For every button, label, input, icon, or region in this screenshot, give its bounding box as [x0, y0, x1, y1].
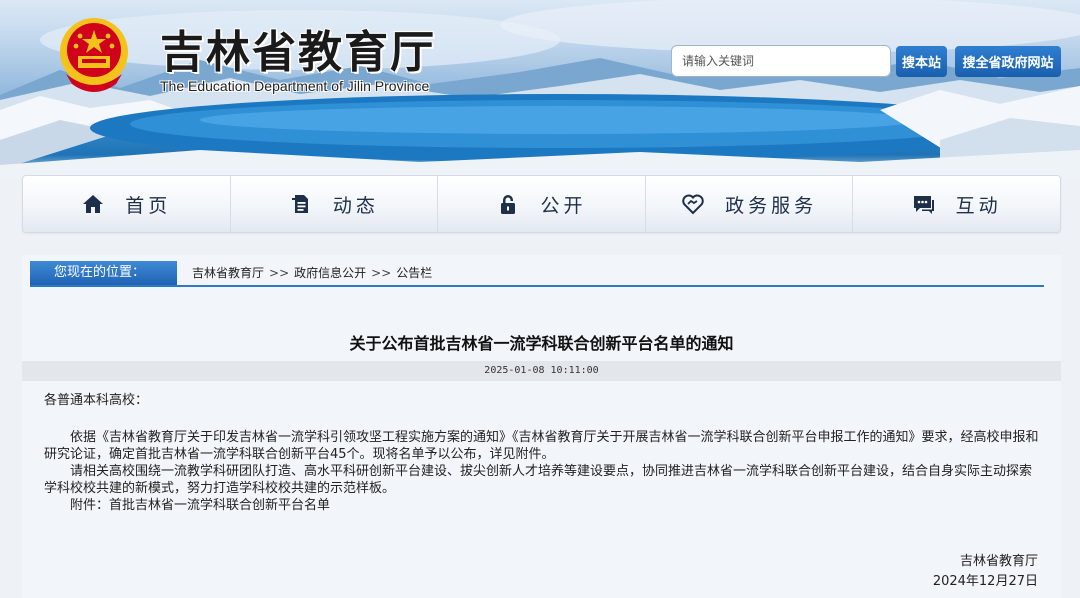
search-site-button[interactable]: 搜本站: [896, 46, 947, 77]
publish-datetime: 2025-01-08 10:11:00: [22, 361, 1061, 381]
breadcrumb-trail: 吉林省教育厅 >> 政府信息公开 >> 公告栏: [192, 261, 432, 285]
article-paragraph: 依据《吉林省教育厅关于印发吉林省一流学科引领攻坚工程实施方案的通知》《吉林省教育…: [44, 430, 1039, 462]
article-title: 关于公布首批吉林省一流学科联合创新平台名单的通知: [349, 334, 734, 353]
breadcrumb: 您现在的位置： 吉林省教育厅 >> 政府信息公开 >> 公告栏: [30, 261, 1044, 287]
attachment-link[interactable]: 附件：首批吉林省一流学科联合创新平台名单: [44, 497, 1039, 514]
document-icon: [289, 192, 313, 216]
nav-item-label: 政务服务: [725, 194, 818, 217]
article-paragraph: 请相关高校围绕一流教学科研团队打造、高水平科研创新平台建设、拔尖创新人才培养等建…: [44, 464, 1033, 496]
chat-icon: [912, 192, 936, 216]
breadcrumb-link-disclosure[interactable]: 政府信息公开: [294, 266, 366, 280]
nav-item-label: 首页: [125, 194, 172, 217]
search-input[interactable]: [671, 45, 891, 77]
nav-item-public[interactable]: 公开: [438, 176, 646, 232]
national-emblem-icon: [56, 14, 132, 94]
nav-item-label: 公开: [540, 194, 587, 217]
breadcrumb-link-home[interactable]: 吉林省教育厅: [192, 266, 264, 280]
nav-item-interaction[interactable]: 互动: [853, 176, 1060, 232]
site-subtitle: The Education Department of Jilin Provin…: [160, 78, 430, 94]
nav-item-label: 动态: [332, 194, 379, 217]
breadcrumb-separator: >>: [371, 266, 392, 280]
heart-handshake-icon: [681, 192, 705, 216]
breadcrumb-label: 您现在的位置：: [30, 261, 177, 285]
article-greeting: 各普通本科高校：: [44, 393, 149, 408]
lock-icon: [496, 192, 520, 216]
nav-item-services[interactable]: 政务服务: [646, 176, 854, 232]
site-title: 吉林省教育厅: [160, 27, 436, 78]
signature-org: 吉林省教育厅: [959, 554, 1038, 569]
nav-item-news[interactable]: 动态: [231, 176, 439, 232]
search-province-button[interactable]: 搜全省政府网站: [955, 46, 1061, 77]
header-banner: 吉林省教育厅 The Education Department of Jilin…: [0, 0, 1080, 180]
breadcrumb-separator: >>: [269, 266, 290, 280]
nav-item-label: 互动: [955, 194, 1002, 217]
main-nav: 首页 动态 公开 政务服务 互动: [22, 175, 1061, 233]
home-icon: [81, 192, 105, 216]
nav-item-home[interactable]: 首页: [23, 176, 231, 232]
article-body: 各普通本科高校： 依据《吉林省教育厅关于印发吉林省一流学科引领攻坚工程实施方案的…: [44, 392, 1039, 514]
content-panel: 您现在的位置： 吉林省教育厅 >> 政府信息公开 >> 公告栏 关于公布首批吉林省一流学…: [22, 255, 1061, 598]
breadcrumb-link-bulletin[interactable]: 公告栏: [396, 266, 432, 280]
signature-date: 2024年12月27日: [932, 574, 1038, 589]
